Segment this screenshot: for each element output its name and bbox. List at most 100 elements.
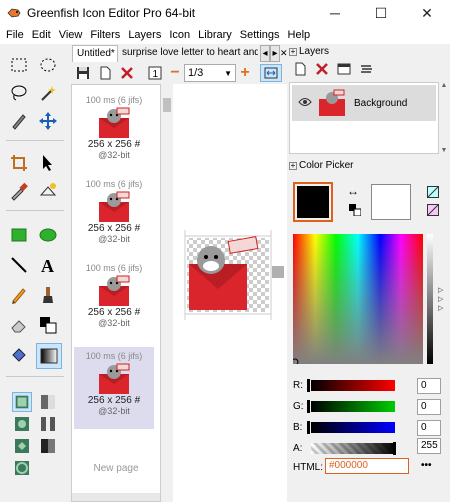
menu-help[interactable]: Help — [284, 26, 315, 44]
menu-edit[interactable]: Edit — [28, 26, 55, 44]
red-slider[interactable] — [311, 380, 395, 391]
blue-slider-handle[interactable] — [307, 421, 310, 434]
move-icon[interactable] — [37, 110, 59, 132]
rect-select-icon[interactable] — [8, 54, 30, 76]
ellipse-select-icon[interactable] — [37, 54, 59, 76]
gradient-icon[interactable] — [36, 343, 62, 369]
frame-item[interactable]: 100 ms (6 jifs) 256 x 256 # @32-bit — [74, 175, 154, 257]
more-options-button[interactable]: ••• — [421, 460, 432, 471]
brightness-slider[interactable] — [427, 234, 433, 364]
alpha-slider[interactable] — [311, 443, 395, 454]
tab-scroll-right-icon[interactable]: ▸ — [270, 45, 280, 62]
alpha-value-input[interactable]: 255 — [417, 438, 441, 454]
brush-icon[interactable] — [37, 284, 59, 306]
eye-icon[interactable] — [298, 97, 312, 110]
new-layer-icon[interactable] — [293, 62, 307, 79]
red-value-input[interactable]: 0 — [417, 378, 441, 394]
brightness-slider-arrows[interactable]: ▷ ▷ ▷ — [438, 286, 443, 313]
minimize-button[interactable]: ─ — [312, 0, 358, 26]
crop-icon[interactable] — [8, 152, 30, 174]
title-bar: Greenfish Icon Editor Pro 64-bit ─ ☐ ✕ — [0, 0, 450, 26]
pencil-icon[interactable] — [8, 284, 30, 306]
color-picker-header: + Color Picker — [289, 160, 353, 171]
gradient-reflect-icon[interactable] — [38, 414, 58, 434]
transparent-color-icon[interactable] — [427, 186, 439, 198]
gradient-horizontal-icon[interactable] — [38, 392, 58, 412]
add-page-icon[interactable]: + — [238, 64, 252, 82]
page-number-icon[interactable]: 1 — [146, 64, 164, 82]
remove-page-icon[interactable]: − — [168, 64, 182, 82]
menu-library[interactable]: Library — [194, 26, 236, 44]
fit-width-icon[interactable] — [260, 64, 282, 82]
gradient-spiral-icon[interactable] — [12, 458, 32, 478]
gradient-linear-icon[interactable] — [12, 392, 32, 412]
save-icon[interactable] — [74, 64, 92, 82]
layers-scrollbar[interactable]: ▲ ▼ — [439, 82, 449, 154]
frame-size: 256 x 256 # — [87, 139, 141, 150]
merge-layers-icon[interactable] — [359, 62, 373, 79]
menu-view[interactable]: View — [55, 26, 87, 44]
tab-scroll-left-icon[interactable]: ◂ — [260, 45, 270, 62]
gradient-conical-icon[interactable] — [38, 436, 58, 456]
ellipse-icon[interactable] — [37, 224, 59, 246]
tab-untitled[interactable]: Untitled* — [72, 45, 118, 62]
line-icon[interactable] — [8, 254, 30, 276]
new-page-label[interactable]: New page — [72, 463, 160, 474]
frame-bitdepth: @32-bit — [98, 318, 130, 328]
color-replace-icon[interactable] — [37, 180, 59, 202]
menu-filters[interactable]: Filters — [86, 26, 124, 44]
layer-properties-icon[interactable] — [337, 62, 351, 79]
chevron-down-icon: ▼ — [224, 68, 232, 78]
eraser-icon[interactable] — [8, 314, 30, 336]
delete-layer-icon[interactable] — [315, 62, 329, 79]
green-slider-handle[interactable] — [307, 400, 310, 413]
lasso-icon[interactable] — [8, 82, 30, 104]
swap-colors-icon[interactable]: ↔ — [347, 184, 359, 198]
collapse-icon[interactable]: + — [289, 47, 297, 56]
layers-panel: + Layers Background ▲ ▼ — [287, 44, 450, 156]
blue-value-input[interactable]: 0 — [417, 420, 441, 436]
pen-icon[interactable] — [8, 110, 30, 132]
page-selector[interactable]: 1/3 ▼ — [184, 64, 236, 82]
blue-slider[interactable] — [311, 422, 395, 433]
magic-wand-icon[interactable] — [37, 82, 59, 104]
frame-item[interactable]: 100 ms (6 jifs) 256 x 256 # @32-bit — [74, 259, 154, 341]
red-slider-handle[interactable] — [307, 379, 310, 392]
frame-duration: 100 ms (6 jifs) — [85, 95, 143, 105]
menu-layers[interactable]: Layers — [124, 26, 165, 44]
inverted-color-icon[interactable] — [427, 204, 439, 216]
frame-item-selected[interactable]: 100 ms (6 jifs) 256 x 256 # @32-bit — [74, 347, 154, 429]
html-color-input[interactable]: #000000 — [325, 458, 409, 474]
canvas-area[interactable] — [173, 84, 287, 502]
alpha-slider-handle[interactable] — [393, 442, 396, 455]
clone-icon[interactable] — [37, 314, 59, 336]
layer-item[interactable]: Background — [292, 85, 436, 121]
scrollbar-thumb[interactable] — [163, 98, 171, 112]
primary-color-swatch[interactable] — [293, 182, 333, 222]
eyedropper-icon[interactable] — [8, 180, 30, 202]
reset-colors-icon[interactable] — [349, 204, 362, 217]
fill-icon[interactable] — [8, 344, 30, 366]
tab-surprise-love-letter[interactable]: surprise love letter to heart and in — [118, 45, 258, 62]
text-icon[interactable]: A — [37, 254, 59, 276]
green-slider[interactable] — [311, 401, 395, 412]
menu-icon[interactable]: Icon — [165, 26, 194, 44]
maximize-button[interactable]: ☐ — [358, 0, 404, 26]
collapse-icon[interactable]: + — [289, 161, 297, 170]
color-picker-panel: + Color Picker ↔ ▷ ▷ ▷ R: 0 G: 0 B: 0 A:… — [287, 158, 450, 502]
secondary-color-swatch[interactable] — [371, 184, 411, 220]
menu-settings[interactable]: Settings — [236, 26, 284, 44]
menu-file[interactable]: File — [2, 26, 28, 44]
green-value-input[interactable]: 0 — [417, 399, 441, 415]
delete-page-icon[interactable] — [118, 64, 136, 82]
frame-list-scrollbar[interactable] — [161, 84, 173, 502]
frame-item[interactable]: 100 ms (6 jifs) 256 x 256 # @32-bit — [74, 91, 154, 173]
pointer-icon[interactable] — [37, 152, 59, 174]
gradient-diamond-icon[interactable] — [12, 436, 32, 456]
color-spectrum[interactable] — [291, 234, 423, 366]
frame-list-hscroll[interactable] — [72, 493, 160, 501]
gradient-radial-icon[interactable] — [12, 414, 32, 434]
new-page-icon[interactable] — [96, 64, 114, 82]
rectangle-icon[interactable] — [8, 224, 30, 246]
close-button[interactable]: ✕ — [404, 0, 450, 26]
